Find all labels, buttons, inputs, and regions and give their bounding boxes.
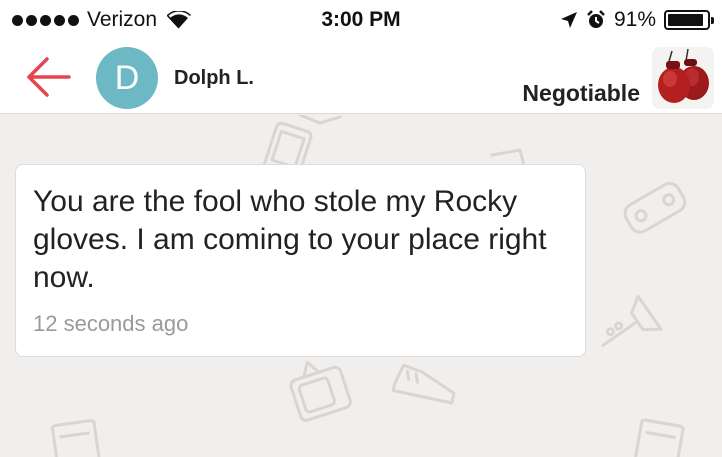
- battery-fill: [668, 14, 703, 26]
- price-label: Negotiable: [522, 80, 640, 106]
- tv-doodle-icon: [289, 360, 352, 422]
- message-text: You are the fool who stole my Rocky glov…: [33, 185, 547, 294]
- message-bubble[interactable]: You are the fool who stole my Rocky glov…: [15, 164, 586, 357]
- contact-name[interactable]: Dolph L.: [174, 67, 254, 90]
- conversation-header: D Dolph L. Negotiable: [0, 40, 722, 114]
- skateboard-doodle-icon: [623, 181, 687, 234]
- status-right: 91%: [560, 8, 714, 32]
- location-arrow-icon: [560, 12, 577, 28]
- status-bar: Verizon 3:00 PM 91%: [0, 0, 722, 40]
- back-button[interactable]: [26, 55, 74, 99]
- battery-icon: [664, 10, 714, 30]
- avatar[interactable]: D: [96, 47, 158, 109]
- back-arrow-icon: [27, 57, 71, 97]
- battery-percent: 91%: [613, 8, 656, 31]
- sneaker-doodle-icon: [391, 363, 456, 405]
- chat-area[interactable]: You are the fool who stole my Rocky glov…: [0, 115, 722, 457]
- avatar-initial: D: [114, 58, 140, 97]
- trumpet-doodle-icon: [601, 294, 663, 347]
- alarm-icon: [587, 10, 605, 28]
- clothing-doodle-icon: [51, 419, 101, 457]
- item-thumbnail[interactable]: [652, 47, 714, 109]
- message-timestamp: 12 seconds ago: [33, 311, 189, 336]
- clothing-doodle-icon-2: [634, 418, 685, 457]
- tag-doodle-icon: [490, 148, 526, 167]
- hanger-doodle-icon: [298, 115, 342, 125]
- boxing-gloves-image: [658, 48, 709, 103]
